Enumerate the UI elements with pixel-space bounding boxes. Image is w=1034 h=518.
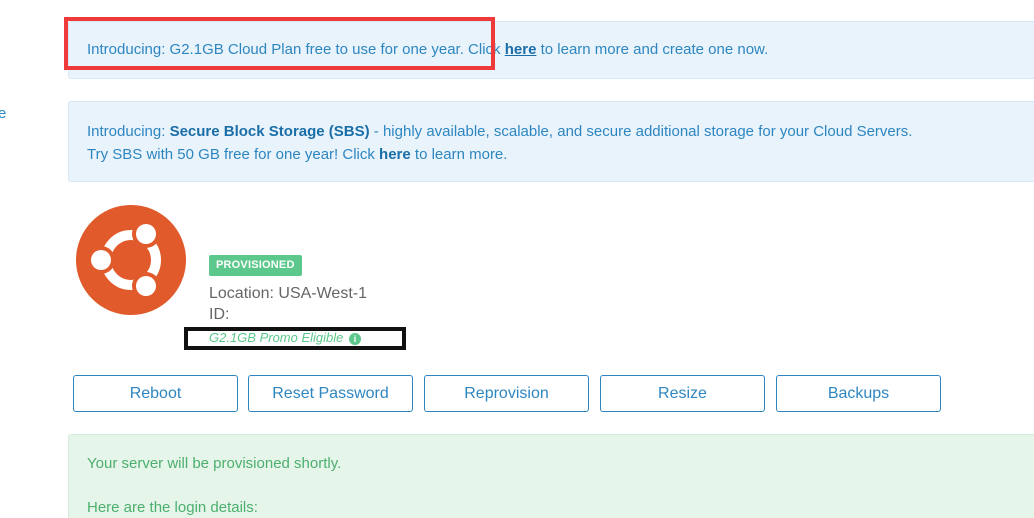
promo-eligible-text: G2.1GB Promo Eligible [209,330,344,345]
notice-message: Your server will be provisioned shortly. [87,455,342,472]
promo-banner-sbs: Introducing: Secure Block Storage (SBS) … [68,101,1034,182]
reset-password-button[interactable]: Reset Password [248,375,413,412]
reprovision-button[interactable]: Reprovision [424,375,589,412]
sbs-product-name: Secure Block Storage (SBS) [169,123,370,140]
ubuntu-logo-icon [76,205,186,315]
promo-eligible-label: G2.1GB Promo Eligible i [209,330,362,346]
banner-text: - highly available, scalable, and secure… [369,123,913,140]
sbs-learn-more-link[interactable]: here [379,146,411,163]
status-badge: PROVISIONED [209,255,302,276]
login-details-heading: Here are the login details: [87,499,258,516]
promo-banner-cloud-plan: Introducing: G2.1GB Cloud Plan free to u… [68,21,1034,79]
truncated-sidebar-text: e [0,105,7,122]
banner-text: Introducing: G2.1GB Cloud Plan free to u… [87,41,505,58]
backups-button[interactable]: Backups [776,375,941,412]
learn-more-link[interactable]: here [505,41,537,58]
banner-text-end: to learn more and create one now. [536,41,769,58]
info-icon[interactable]: i [349,333,362,345]
server-details: Location: USA-West-1 ID: [209,283,367,325]
resize-button[interactable]: Resize [600,375,765,412]
reboot-button[interactable]: Reboot [73,375,238,412]
banner-text-end: to learn more. [410,146,508,163]
server-location: Location: USA-West-1 [209,285,367,302]
banner-text: Try SBS with 50 GB free for one year! Cl… [87,146,380,163]
server-id-label: ID: [209,306,230,323]
provisioning-notice: Your server will be provisioned shortly.… [68,434,1034,518]
banner-text: Introducing: [87,123,170,140]
